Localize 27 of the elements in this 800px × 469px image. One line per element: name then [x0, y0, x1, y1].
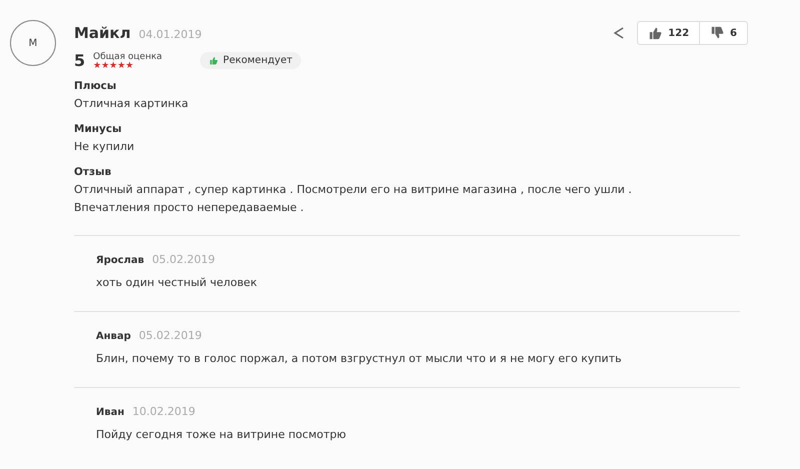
reply-author: Анвар: [96, 331, 131, 342]
reply-date: 05.02.2019: [152, 253, 216, 266]
reply-author: Иван: [96, 407, 124, 418]
reply-text: Блин, почему то в голос поржал, а потом взгрустнул от мысли что и я не могу его купить: [96, 352, 622, 365]
thumbs-up-icon: [648, 26, 662, 40]
author-name: Майкл: [74, 24, 131, 42]
like-button[interactable]: 122: [638, 22, 700, 44]
avatar: М: [10, 20, 56, 66]
reply-text: Пойду сегодня тоже на витрине посмотрю: [96, 428, 348, 441]
reply-date: 05.02.2019: [138, 329, 202, 342]
reply-author: Ярослав: [96, 255, 144, 266]
review-date: 04.01.2019: [138, 28, 202, 41]
section-title: Минусы: [74, 123, 123, 135]
recommend-badge: Рекомендует: [200, 52, 302, 69]
rating-label: Общая оценка: [93, 52, 162, 62]
section-title: Отзыв: [74, 166, 112, 178]
star-rating: ★★★★★: [93, 62, 135, 70]
share-icon[interactable]: [613, 27, 626, 39]
rating-score: 5: [74, 51, 86, 70]
reply-date: 10.02.2019: [132, 405, 196, 418]
dislike-button[interactable]: 6: [699, 22, 747, 44]
reply-text: хоть один честный человек: [96, 276, 258, 289]
section-text: Отличный аппарат , супер картинка . Посмотрели его на витрине магазина , после чего ушли . Впечатления просто непередаваемые .: [74, 182, 633, 216]
thumbs-down-icon: [710, 26, 724, 40]
section-text: Не купили: [74, 139, 136, 155]
section-title: Плюсы: [74, 80, 118, 92]
section-text: Отличная картинка: [74, 96, 190, 112]
